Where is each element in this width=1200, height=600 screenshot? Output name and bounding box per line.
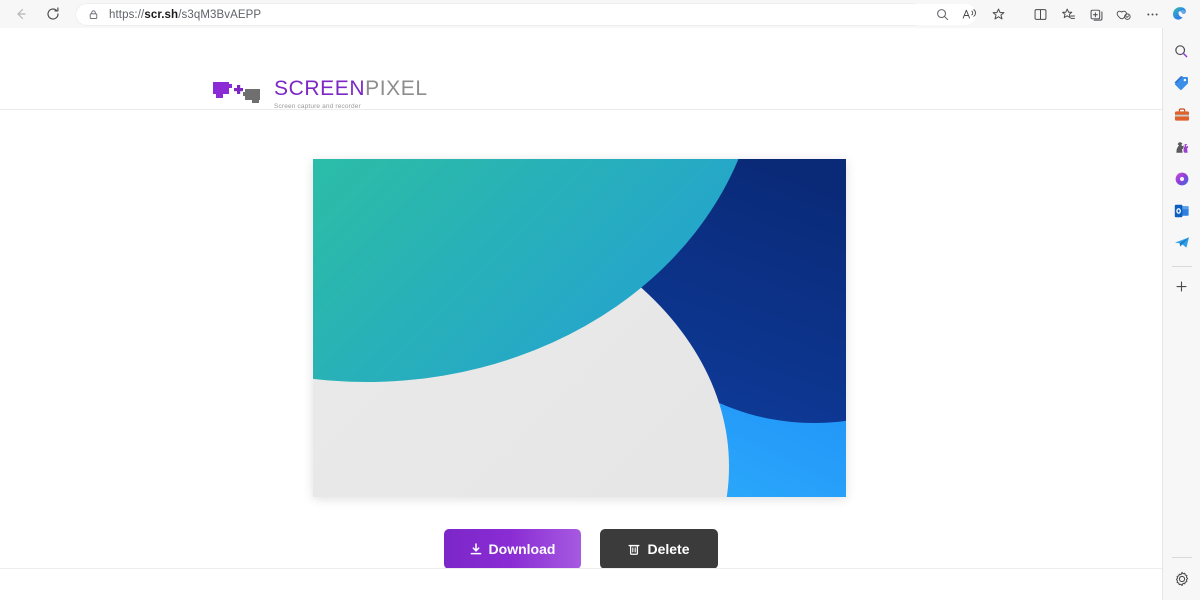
trash-icon: [628, 544, 640, 555]
sidebar-search-icon[interactable]: [1167, 36, 1197, 66]
sidebar-tools-icon[interactable]: [1167, 100, 1197, 130]
collections-icon[interactable]: [1082, 1, 1110, 27]
download-icon: [470, 542, 481, 554]
main-content: Download Delete: [0, 110, 1162, 569]
brand-part-pixel: PIXEL: [365, 77, 428, 100]
search-icon[interactable]: [928, 1, 956, 27]
delete-button-label: Delete: [647, 541, 690, 557]
copilot-icon[interactable]: [1166, 1, 1194, 27]
brand-name: SCREENPIXEL: [274, 78, 428, 100]
read-aloud-icon[interactable]: [956, 1, 984, 27]
url-text: https://scr.sh/s3qM3BvAEPP: [109, 8, 262, 21]
site-header: SCREENPIXEL Screen capture and recorder …: [0, 28, 1162, 119]
favorites-list-icon[interactable]: [1054, 1, 1082, 27]
sidebar-office-icon[interactable]: [1167, 164, 1197, 194]
sidebar-add-icon[interactable]: [1167, 271, 1197, 301]
sidebar-settings-icon[interactable]: [1167, 564, 1197, 594]
sidebar-divider: [1171, 266, 1192, 267]
sidebar-shopping-icon[interactable]: [1167, 68, 1197, 98]
delete-button[interactable]: Delete: [600, 529, 718, 569]
download-button[interactable]: Download: [444, 529, 581, 569]
screenshot-preview[interactable]: [313, 159, 846, 497]
address-bar[interactable]: https://scr.sh/s3qM3BvAEPP: [76, 4, 924, 25]
browser-essentials-icon[interactable]: [1110, 1, 1138, 27]
sidebar-bottom-divider: [1172, 557, 1192, 558]
action-buttons: Download Delete: [0, 529, 1162, 569]
page-viewport: SCREENPIXEL Screen capture and recorder …: [0, 28, 1162, 600]
screenpixel-logo-icon: [213, 82, 260, 103]
toolbar-actions: [928, 0, 1200, 28]
screenshot-artwork: [313, 159, 846, 497]
site-footer: [0, 568, 1162, 600]
favorites-star-icon[interactable]: [984, 1, 1012, 27]
download-button-label: Download: [488, 541, 556, 557]
back-button[interactable]: [6, 1, 36, 27]
lock-icon: [88, 9, 99, 20]
split-screen-icon[interactable]: [1026, 1, 1054, 27]
sidebar-outlook-icon[interactable]: [1167, 196, 1197, 226]
brand-part-screen: SCREEN: [274, 77, 366, 100]
browser-window: https://scr.sh/s3qM3BvAEPP SCREENPIXEL S…: [0, 0, 1200, 600]
browser-sidebar: [1162, 28, 1200, 600]
sidebar-games-icon[interactable]: [1167, 132, 1197, 162]
sidebar-telegram-icon[interactable]: [1167, 228, 1197, 258]
sidebar-bottom: [1163, 551, 1200, 596]
reload-button[interactable]: [38, 1, 68, 27]
more-options-icon[interactable]: [1138, 1, 1166, 27]
